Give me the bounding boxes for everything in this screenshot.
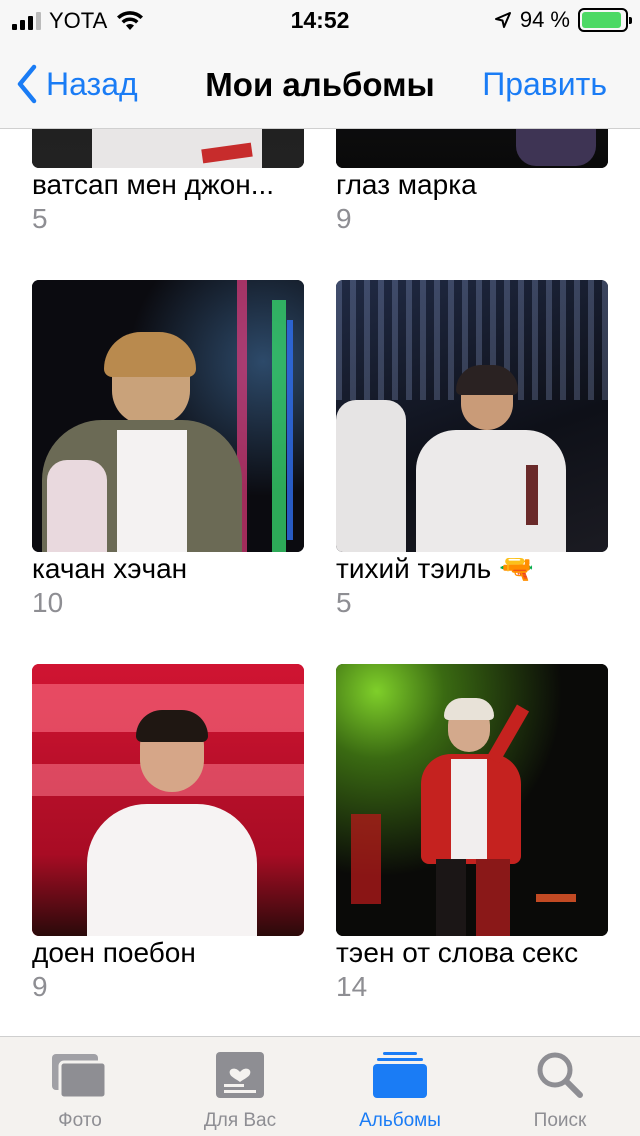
back-label: Назад — [46, 65, 138, 102]
album-item[interactable]: тихий тэиль 🔫 5 — [336, 280, 608, 620]
tab-bar: Фото Для Вас Альбомы Поиск — [0, 1036, 640, 1136]
album-item[interactable]: ватсап мен джон... 5 — [32, 129, 304, 236]
albums-icon — [373, 1052, 427, 1098]
status-right: 94 % — [494, 7, 632, 33]
album-name: доен поебон — [32, 937, 196, 968]
album-count: 5 — [336, 587, 352, 618]
chevron-left-icon — [17, 64, 37, 104]
album-item[interactable]: качан хэчан 10 — [32, 280, 304, 620]
albums-grid: ватсап мен джон... 5 глаз марка 9 качан … — [0, 129, 640, 1036]
search-icon — [537, 1052, 583, 1098]
album-name: качан хэчан — [32, 553, 188, 584]
album-name: ватсап мен джон... — [32, 169, 275, 200]
album-count: 9 — [32, 971, 48, 1002]
tab-label: Фото — [58, 1110, 102, 1131]
album-thumbnail — [32, 664, 304, 936]
tab-label: Поиск — [533, 1110, 587, 1131]
album-thumbnail — [32, 280, 304, 552]
photos-icon — [52, 1054, 108, 1100]
album-name: глаз марка — [336, 169, 477, 200]
album-thumbnail — [32, 129, 304, 168]
battery-percent: 94 % — [519, 7, 570, 32]
location-arrow-icon — [494, 12, 511, 28]
album-count: 10 — [32, 587, 64, 618]
tab-search[interactable]: Поиск — [480, 1037, 640, 1136]
edit-button[interactable]: Править — [482, 66, 607, 103]
album-item[interactable]: глаз марка 9 — [336, 129, 608, 236]
tab-photos[interactable]: Фото — [0, 1037, 160, 1136]
album-name: тэен от слова секс — [336, 937, 579, 968]
album-item[interactable]: тэен от слова секс 14 — [336, 664, 608, 1004]
tab-for-you[interactable]: Для Вас — [160, 1037, 320, 1136]
tab-label: Альбомы — [359, 1110, 441, 1131]
album-name: тихий тэиль 🔫 — [336, 553, 534, 584]
album-count: 14 — [336, 971, 368, 1002]
album-count: 5 — [32, 203, 48, 234]
tab-albums[interactable]: Альбомы — [320, 1037, 480, 1136]
album-thumbnail — [336, 664, 608, 936]
battery-icon — [578, 8, 632, 32]
tab-label: Для Вас — [203, 1110, 277, 1131]
album-count: 9 — [336, 203, 352, 234]
album-item[interactable]: доен поебон 9 — [32, 664, 304, 1004]
for-you-icon — [216, 1052, 264, 1098]
album-thumbnail — [336, 280, 608, 552]
navigation-bar: Назад Мои альбомы Править — [0, 40, 640, 129]
album-thumbnail — [336, 129, 608, 168]
status-bar: YOTA 14:52 94 % — [0, 0, 640, 40]
back-button[interactable]: Назад — [16, 64, 138, 104]
